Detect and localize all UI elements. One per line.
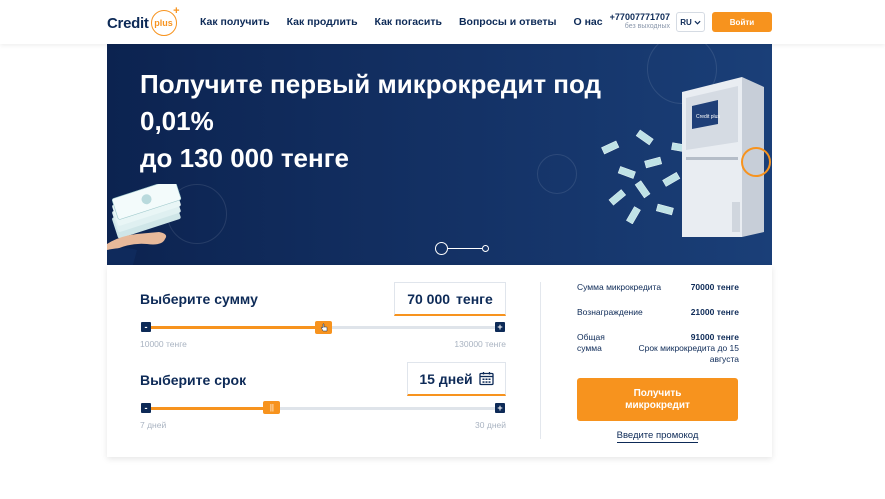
get-loan-button[interactable]: Получить микрокредит — [577, 378, 738, 421]
term-label: Выберите срок — [140, 372, 247, 388]
phone-block[interactable]: +77007771707 без выходных — [600, 12, 670, 30]
phone-hours: без выходных — [624, 23, 670, 30]
amount-plus-button[interactable]: + — [495, 322, 505, 332]
amount-label: Выберите сумму — [140, 291, 258, 307]
amount-slider-thumb[interactable] — [315, 321, 332, 334]
main-nav: Как получить Как продлить Как погасить В… — [200, 16, 620, 28]
atm-illustration: Credit plus — [682, 77, 771, 237]
summary-total-label-line: сумма — [577, 343, 602, 353]
hero-title-line: Получите первый микрокредит под — [140, 69, 602, 99]
term-slider-fill — [151, 407, 272, 410]
logo[interactable]: Credit plus + — [107, 5, 180, 36]
nav-how-to-extend[interactable]: Как продлить — [287, 16, 358, 28]
get-loan-label-line: микрокредит — [625, 399, 690, 411]
slide-connector — [448, 247, 482, 250]
hand-with-money-illustration — [107, 184, 182, 265]
term-field[interactable]: 15 дней — [407, 362, 506, 396]
term-value: 15 дней — [419, 370, 473, 387]
slide-dot[interactable] — [482, 245, 489, 252]
promo-code-link[interactable]: Введите промокод — [577, 430, 738, 443]
summary-total-row: Общая сумма 91000 тенге Срок микрокредит… — [577, 332, 739, 366]
term-plus-button[interactable]: + — [495, 403, 505, 413]
promo-code-text: Введите промокод — [616, 430, 699, 443]
term-minus-button[interactable]: - — [141, 403, 151, 413]
logo-plus-icon: + — [173, 5, 180, 17]
calculator-divider — [540, 282, 541, 439]
nav-how-to-get[interactable]: Как получить — [200, 16, 270, 28]
amount-max-label: 130000 тенге — [454, 339, 506, 349]
term-slider-thumb[interactable]: || — [263, 401, 281, 414]
amount-unit: тенге — [456, 290, 493, 307]
summary-term-text: Срок микрокредита до 15 августа — [638, 343, 739, 365]
phone-number[interactable]: +77007771707 — [600, 12, 670, 22]
nav-faq[interactable]: Вопросы и ответы — [459, 16, 557, 28]
amount-min-label: 10000 тенге — [140, 339, 187, 349]
language-value: RU — [680, 17, 692, 27]
summary-total-value: 91000 тенге — [690, 332, 739, 342]
summary-term-line: Срок микрокредита до 15 — [638, 343, 739, 353]
term-slider-track[interactable] — [151, 407, 495, 410]
site-header: Credit plus + Как получить Как продлить … — [0, 0, 885, 44]
calendar-icon[interactable] — [478, 371, 494, 386]
amount-field[interactable]: 70 000 тенге — [394, 282, 506, 316]
summary-term-line: августа — [709, 354, 739, 364]
amount-minus-button[interactable]: - — [141, 322, 151, 332]
logo-circle: plus + — [150, 5, 180, 36]
logo-text: Credit — [107, 14, 149, 32]
slide-dot-active[interactable] — [435, 242, 448, 255]
slider-pagination — [435, 242, 489, 255]
login-button[interactable]: Войти — [712, 12, 772, 32]
chevron-down-icon — [694, 20, 701, 25]
get-loan-label-line: Получить — [633, 387, 682, 399]
term-min-label: 7 дней — [140, 420, 167, 430]
summary-total-label: Общая сумма — [577, 332, 605, 354]
nav-how-to-repay[interactable]: Как погасить — [375, 16, 442, 28]
summary-amount-label: Сумма микрокредита — [577, 282, 662, 292]
summary-total-label-line: Общая — [577, 332, 605, 342]
nav-about[interactable]: О нас — [574, 16, 603, 28]
hero-banner: Получите первый микрокредит под 0,01% до… — [107, 44, 772, 265]
amount-slider-fill — [151, 326, 323, 329]
summary-reward-value: 21000 тенге — [690, 307, 739, 317]
summary-amount-value: 70000 тенге — [690, 282, 739, 292]
cursor-hand-icon — [320, 323, 327, 332]
language-select[interactable]: RU — [676, 12, 705, 32]
summary-reward-label: Вознаграждение — [577, 307, 643, 317]
term-max-label: 30 дней — [475, 420, 506, 430]
grip-icon: || — [269, 403, 274, 412]
loan-calculator: Выберите сумму 70 000 тенге - + 10000 те… — [107, 265, 772, 457]
amount-value: 70 000 — [407, 290, 451, 307]
logo-circle-text: plus — [154, 18, 173, 28]
atm-brand-text: Credit plus — [696, 114, 720, 120]
